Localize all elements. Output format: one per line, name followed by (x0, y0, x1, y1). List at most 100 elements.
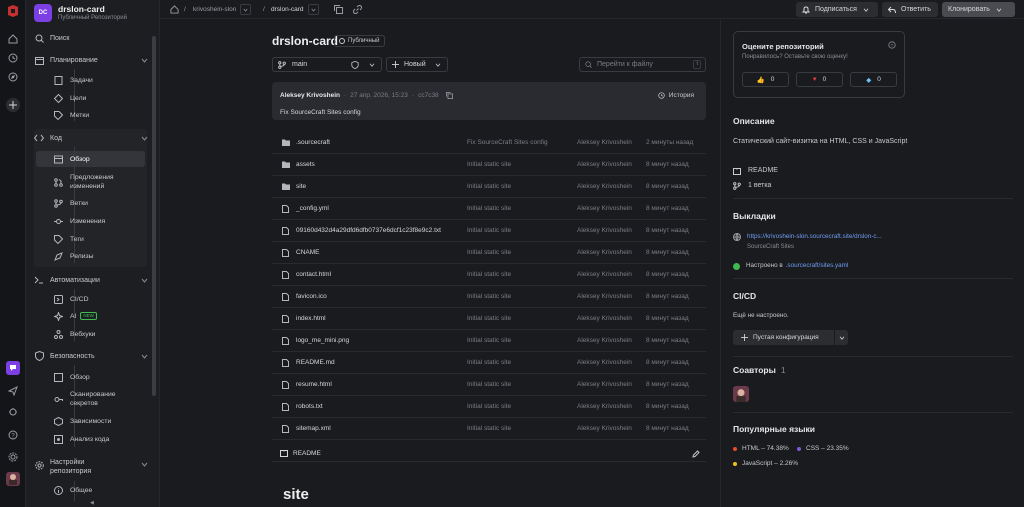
goto-file-input[interactable]: Перейти к файлу t (579, 57, 706, 72)
file-name[interactable]: resume.html (296, 381, 332, 388)
help-icon[interactable]: ? (6, 428, 20, 442)
reply-button[interactable]: Ответить (882, 2, 938, 17)
like-button[interactable]: 👍 0 (742, 72, 789, 87)
sidebar-section-settings[interactable]: Настройки репозитория (34, 458, 150, 480)
file-name[interactable]: CNAME (296, 249, 319, 256)
explore-icon[interactable] (6, 70, 20, 84)
file-commit-message[interactable]: Initial static site (467, 227, 511, 234)
file-name[interactable]: .sourcecraft (296, 139, 330, 146)
file-name[interactable]: assets (296, 161, 315, 168)
clone-button[interactable]: Клонировать (942, 2, 1015, 17)
file-commit-message[interactable]: Initial static site (467, 271, 511, 278)
app-logo-icon[interactable] (6, 4, 20, 18)
commit-hash[interactable]: cc7c38 (418, 92, 439, 99)
file-name[interactable]: favicon.ico (296, 293, 327, 300)
sidebar-item-issues[interactable]: Задачи (54, 73, 146, 87)
sidebar-section-security[interactable]: Безопасность (34, 349, 150, 363)
send-icon[interactable] (6, 384, 20, 398)
sidebar-item-secret-scanning[interactable]: Сканирование секретов (54, 388, 146, 410)
file-commit-message[interactable]: Initial static site (467, 315, 511, 322)
file-row[interactable]: README.md Initial static site Aleksey Kriv… (272, 352, 706, 374)
file-row[interactable]: resume.html Initial static site Aleksey Kr… (272, 374, 706, 396)
link-icon[interactable] (353, 4, 362, 15)
assistant-icon[interactable] (6, 361, 20, 375)
file-name[interactable]: robots.txt (296, 403, 323, 410)
sidebar-item-webhooks[interactable]: Вебхуки (54, 327, 146, 341)
file-commit-message[interactable]: Initial static site (467, 183, 511, 190)
user-avatar[interactable] (6, 472, 20, 486)
file-commit-message[interactable]: Fix SourceCraft Sites config (467, 139, 548, 146)
copy-icon[interactable] (445, 92, 453, 99)
sidebar-item-branches[interactable]: Ветки (54, 196, 146, 210)
sidebar-item-labels[interactable]: Метки (54, 108, 146, 122)
contributor-avatar[interactable] (733, 386, 749, 402)
file-row[interactable]: contact.html Initial static site Aleksey K… (272, 264, 706, 286)
sidebar-item-releases[interactable]: Релизы (54, 249, 146, 263)
copy-icon[interactable] (334, 4, 343, 15)
file-commit-message[interactable]: Initial static site (467, 161, 511, 168)
sidebar-item-pull-requests[interactable]: Предложения изменений (54, 171, 146, 193)
sidebar-item-general[interactable]: Общее (54, 483, 146, 497)
file-commit-message[interactable]: Initial static site (467, 403, 511, 410)
settings-gear-icon[interactable] (6, 450, 20, 464)
file-commit-message[interactable]: Initial static site (467, 205, 511, 212)
new-button[interactable]: Новый (386, 57, 448, 72)
sidebar-item-security-overview[interactable]: Обзор (54, 370, 146, 384)
chevron-down-icon[interactable] (240, 4, 252, 15)
create-icon[interactable] (6, 98, 20, 112)
sidebar-search[interactable]: Поиск (34, 31, 150, 45)
file-commit-message[interactable]: Initial static site (467, 293, 511, 300)
file-name[interactable]: sitemap.xml (296, 425, 331, 432)
readme-link[interactable]: README (733, 166, 778, 176)
file-row[interactable]: CNAME Initial static site Aleksey Krivoshe… (272, 242, 706, 264)
home-icon[interactable] (170, 4, 179, 15)
configured-link[interactable]: .sourcecraft/sites.yaml (786, 261, 849, 271)
branches-link[interactable]: 1 ветка (733, 181, 771, 191)
file-name[interactable]: README.md (296, 359, 335, 366)
commit-author[interactable]: Aleksey Krivoshein (280, 92, 340, 99)
file-name[interactable]: logo_me_mini.png (296, 337, 349, 344)
chevron-down-icon[interactable] (307, 4, 319, 15)
sidebar-item-ai[interactable]: AI NEW (54, 309, 146, 323)
file-name[interactable]: _config.yml (296, 205, 329, 212)
file-name[interactable]: site (296, 183, 306, 190)
sidebar-item-overview[interactable]: Обзор (54, 152, 146, 166)
file-commit-message[interactable]: Initial static site (467, 381, 511, 388)
sidebar-item-commits[interactable]: Изменения (54, 214, 146, 228)
history-link[interactable]: История (658, 92, 694, 99)
collapse-sidebar-icon[interactable]: ◀ (90, 500, 94, 506)
file-row[interactable]: robots.txt Initial static site Aleksey Kri… (272, 396, 706, 418)
file-row[interactable]: assets Initial static site Aleksey Krivosh… (272, 154, 706, 176)
sidebar-scrollbar[interactable] (152, 36, 156, 396)
repo-header[interactable]: DC drslon-card Публичный Репозиторий (34, 4, 127, 22)
sidebar-item-tags[interactable]: Теги (54, 232, 146, 246)
breadcrumb-repo[interactable]: drslon-card (271, 4, 319, 15)
activity-icon[interactable] (6, 51, 20, 65)
sidebar-section-planning[interactable]: Планирование (34, 53, 150, 67)
file-row[interactable]: logo_me_mini.png Initial static site Aleks… (272, 330, 706, 352)
sidebar-section-code[interactable]: Код (34, 131, 150, 145)
sidebar-section-automation[interactable]: Автоматизации (34, 273, 150, 287)
file-row[interactable]: .sourcecraft Fix SourceCraft Sites config… (272, 132, 706, 154)
bug-icon[interactable] (6, 405, 20, 419)
file-name[interactable]: contact.html (296, 271, 331, 278)
edit-pencil-icon[interactable] (692, 450, 700, 458)
heart-button[interactable]: ♥ 0 (796, 72, 843, 87)
home-icon[interactable] (6, 32, 20, 46)
empty-config-button[interactable]: Пустая конфигурация (733, 330, 848, 345)
file-name[interactable]: 09160d432d4a29dfd6dfb0737e6dcf1c23f8e9c2… (296, 227, 441, 234)
file-name[interactable]: index.html (296, 315, 326, 322)
file-row[interactable]: site Initial static site Aleksey Krivoshei… (272, 176, 706, 198)
deployment-url[interactable]: https://krivoshein-slon.sourcecraft.site… (733, 232, 882, 242)
file-commit-message[interactable]: Initial static site (467, 359, 511, 366)
file-row[interactable]: _config.yml Initial static site Aleksey Kr… (272, 198, 706, 220)
commit-message[interactable]: Fix SourceCraft Sites config (280, 109, 361, 116)
sidebar-item-cicd[interactable]: CI/CD (54, 292, 146, 306)
file-row[interactable]: 09160d432d4a29dfd6dfb0737e6dcf1c23f8e9c2… (272, 220, 706, 242)
sidebar-item-dependencies[interactable]: Зависимости (54, 414, 146, 428)
file-row[interactable]: favicon.ico Initial static site Aleksey Kr… (272, 286, 706, 308)
sidebar-item-code-analysis[interactable]: Анализ кода (54, 432, 146, 446)
sidebar-item-goals[interactable]: Цели (54, 91, 146, 105)
file-commit-message[interactable]: Initial static site (467, 425, 511, 432)
help-icon[interactable]: ? (888, 41, 896, 49)
